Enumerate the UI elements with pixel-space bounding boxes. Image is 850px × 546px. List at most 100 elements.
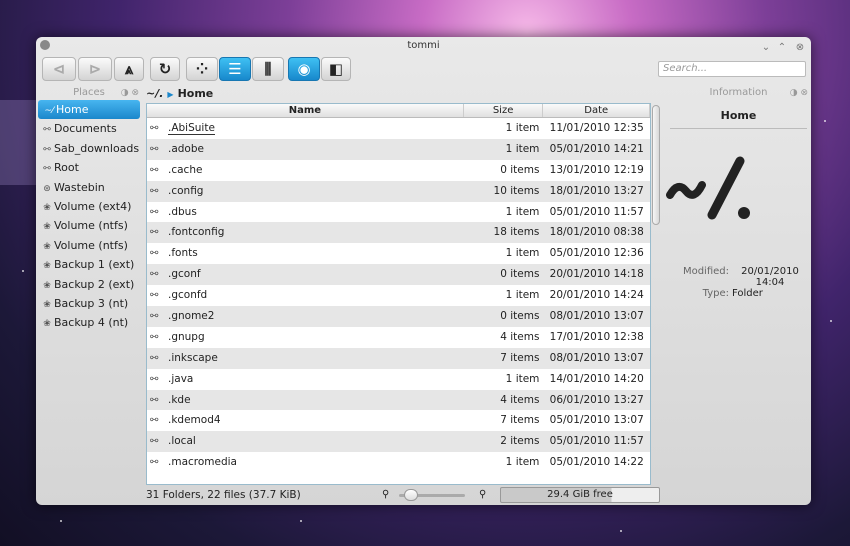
file-date-cell: 05/01/2010 11:57 [549,435,644,448]
split-view-button[interactable]: ◧ [321,57,351,81]
table-row[interactable]: ⚯ .kde 4 items 06/01/2010 13:27 [147,389,650,411]
sidebar-item-label: Backup 3 (nt) [54,296,129,310]
panel-controls-icon[interactable]: ◑ ⊗ [121,86,139,100]
table-row[interactable]: ⚯ .kdemod4 7 items 05/01/2010 13:07 [147,410,650,431]
file-name-cell[interactable]: ⚯ .local [147,431,464,452]
app-icon[interactable] [40,40,50,50]
table-row[interactable]: ⚯ .AbiSuite 1 item 11/01/2010 12:35 [147,118,650,139]
search-input[interactable]: Search... [658,61,806,77]
file-name-cell[interactable]: ⚯ .java [147,369,464,390]
table-row[interactable]: ⚯ .gnome2 0 items 08/01/2010 13:07 [147,306,650,327]
file-name-cell[interactable]: ⚯ .cache [147,160,464,181]
table-row[interactable]: ⚯ .local 2 items 05/01/2010 11:57 [147,431,650,453]
file-name-cell[interactable]: ⚯ .gnupg [147,327,464,348]
sidebar-item[interactable]: ⚯ Sab_downloads [36,139,142,158]
sidebar-item[interactable]: ❀ Volume (ntfs) [36,216,142,235]
up-button[interactable]: ⩓ [114,57,144,81]
zoom-in-icon[interactable]: ⚲ [479,486,486,504]
file-name-cell[interactable]: ⚯ .macromedia [147,452,464,473]
file-name-cell[interactable]: ⚯ .fonts [147,243,464,264]
sidebar-item[interactable]: ❀ Backup 4 (nt) [36,313,142,332]
breadcrumb[interactable]: ~/. ▶ Home [146,87,213,101]
sidebar-item-label: Volume (ext4) [54,199,132,213]
star [60,520,62,522]
sidebar-item[interactable]: ~⁄ Home [38,100,140,120]
preview-icon: ◉ [297,60,311,78]
file-list-scrollbar[interactable] [651,103,661,485]
file-size-cell: 4 items [500,393,540,406]
table-row[interactable]: ⚯ .macromedia 1 item 05/01/2010 14:22 [147,452,650,473]
reload-button[interactable]: ↻ [150,57,180,81]
hidden-folder-icon: ⚯ [150,164,159,176]
file-size-cell: 7 items [500,414,540,427]
table-row[interactable]: ⚯ .gnupg 4 items 17/01/2010 12:38 [147,327,650,348]
sidebar-item[interactable]: ❀ Backup 1 (ext) [36,255,142,274]
sidebar-item-label: Documents [54,122,117,136]
zoom-slider[interactable] [399,489,465,501]
table-row[interactable]: ⚯ .adobe 1 item 05/01/2010 14:21 [147,138,650,160]
file-date-cell: 14/01/2010 14:20 [549,372,644,385]
places-header: Places ◑ ⊗ [73,86,139,100]
table-row[interactable]: ⚯ .fontconfig 18 items 18/01/2010 08:38 [147,222,650,244]
star [824,120,826,122]
status-summary: 31 Folders, 22 files (37.7 KiB) [146,489,301,501]
table-row[interactable]: ⚯ .config 10 items 18/01/2010 13:27 [147,180,650,202]
table-row[interactable]: ⚯ .cache 0 items 13/01/2010 12:19 [147,160,650,181]
hidden-folder-icon: ⚯ [150,457,159,469]
file-name-cell[interactable]: ⚯ .dbus [147,202,464,223]
zoom-slider-handle[interactable] [404,489,418,501]
table-row[interactable]: ⚯ .dbus 1 item 05/01/2010 11:57 [147,202,650,223]
file-name-cell[interactable]: ⚯ .config [147,181,464,202]
title-bar[interactable]: tommi ⌄ ⌃ ⊗ [36,37,811,54]
file-manager-window: tommi ⌄ ⌃ ⊗ ⊲ ⊳ ⩓ ↻ ⁘ ☰ ⫼ ◉ ◧ Search... … [36,37,811,505]
file-name-cell[interactable]: ⚯ .adobe [147,139,464,160]
file-name-cell[interactable]: ⚯ .kde [147,390,464,411]
sidebar-item[interactable]: ⚯ Documents [36,119,142,138]
file-size-cell: 10 items [493,184,540,197]
maximize-icon[interactable]: ⌃ [776,39,788,56]
file-name-cell[interactable]: ⚯ .gconfd [147,285,464,306]
file-date-cell: 11/01/2010 12:35 [549,122,644,134]
minimize-icon[interactable]: ⌄ [760,39,772,56]
zoom-out-icon[interactable]: ⚲ [382,486,389,504]
table-row[interactable]: ⚯ .inkscape 7 items 08/01/2010 13:07 [147,347,650,369]
breadcrumb-arrow-icon[interactable]: ▶ [167,90,173,99]
free-space-bar: 29.4 GiB free [500,487,660,503]
file-name-cell[interactable]: ⚯ .AbiSuite [147,118,464,139]
file-name: .gconf [168,268,201,281]
sidebar-item[interactable]: ❀ Volume (ext4) [36,197,142,216]
table-row[interactable]: ⚯ .fonts 1 item 05/01/2010 12:36 [147,243,650,264]
table-row[interactable]: ⚯ .java 1 item 14/01/2010 14:20 [147,369,650,390]
drive-icon: ❀ [43,319,51,330]
column-name[interactable]: Name [147,104,464,117]
file-name-cell[interactable]: ⚯ .inkscape [147,348,464,369]
table-row[interactable]: ⚯ .gconf 0 items 20/01/2010 14:18 [147,264,650,286]
panel-controls-icon[interactable]: ◑ ⊗ [790,86,808,100]
breadcrumb-current[interactable]: Home [178,87,214,100]
sidebar-item[interactable]: ⊛ Wastebin [36,178,142,197]
file-date-cell: 08/01/2010 13:07 [549,310,644,323]
close-icon[interactable]: ⊗ [794,39,806,56]
back-button[interactable]: ⊲ [42,57,76,81]
sidebar-item[interactable]: ❀ Backup 2 (ext) [36,275,142,294]
sidebar-item[interactable]: ❀ Backup 3 (nt) [36,294,142,313]
preview-button[interactable]: ◉ [288,57,320,81]
home-root-icon[interactable]: ~/. [146,87,163,100]
sidebar-item[interactable]: ⚯ Root [36,158,142,177]
forward-button[interactable]: ⊳ [78,57,112,81]
file-list[interactable]: Name Size Date ⚯ .AbiSuite 1 item 11/01/201… [146,103,651,485]
file-name-cell[interactable]: ⚯ .kdemod4 [147,410,464,431]
column-size[interactable]: Size [464,104,544,117]
sidebar-item-label: Home [56,103,89,116]
columns-view-button[interactable]: ⫼ [252,57,284,81]
icons-view-button[interactable]: ⁘ [186,57,218,81]
column-date[interactable]: Date [543,104,650,117]
sidebar-item[interactable]: ❀ Volume (ntfs) [36,236,142,255]
table-row[interactable]: ⚯ .gconfd 1 item 20/01/2010 14:24 [147,285,650,306]
file-name-cell[interactable]: ⚯ .fontconfig [147,222,464,243]
hidden-folder-icon: ⚯ [150,290,159,302]
file-name-cell[interactable]: ⚯ .gnome2 [147,306,464,327]
scrollbar-thumb[interactable] [652,105,660,225]
file-name-cell[interactable]: ⚯ .gconf [147,264,464,285]
details-view-button[interactable]: ☰ [219,57,251,81]
